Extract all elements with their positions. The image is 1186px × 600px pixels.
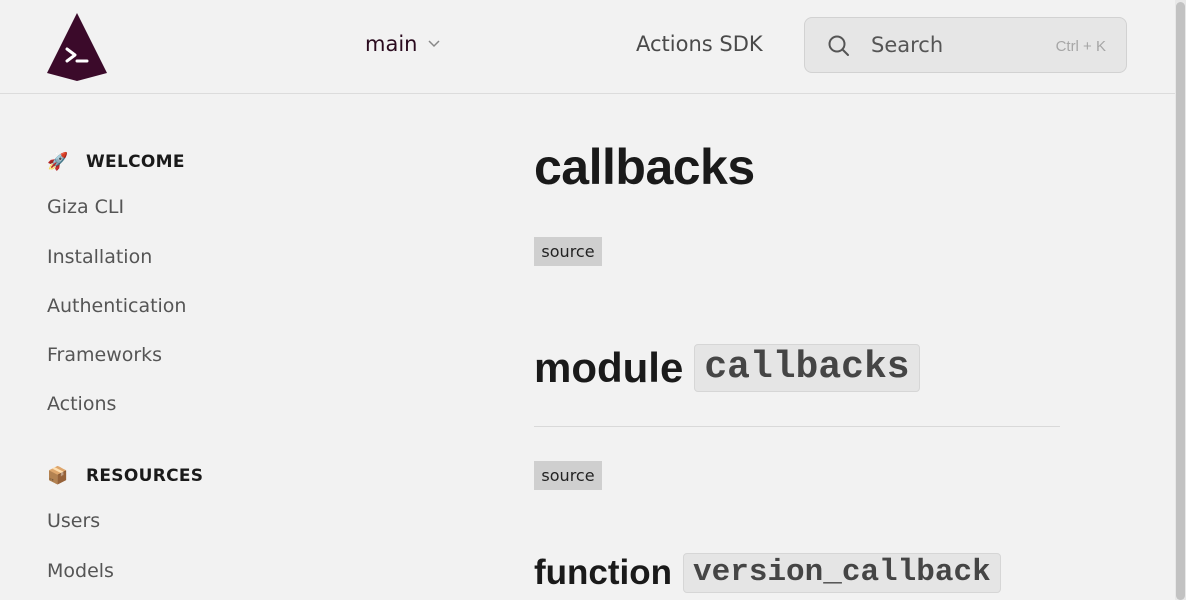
top-navbar: main Actions SDK Search Ctrl + K bbox=[0, 0, 1175, 94]
version-label: main bbox=[365, 32, 418, 56]
module-heading: module callbacks bbox=[534, 344, 920, 392]
rocket-icon: 🚀 bbox=[47, 152, 69, 172]
sidebar-item-actions[interactable]: Actions bbox=[47, 393, 116, 415]
sidebar-item-users[interactable]: Users bbox=[47, 510, 100, 532]
source-link-2[interactable]: source bbox=[534, 461, 602, 490]
sidebar-section-welcome: 🚀 WELCOME bbox=[47, 152, 185, 172]
package-icon: 📦 bbox=[47, 466, 69, 486]
divider bbox=[534, 426, 1060, 427]
sidebar-item-frameworks[interactable]: Frameworks bbox=[47, 344, 162, 366]
sidebar-item-giza-cli[interactable]: Giza CLI bbox=[47, 196, 124, 218]
module-keyword: module bbox=[534, 344, 684, 391]
page-title: callbacks bbox=[534, 139, 755, 195]
search-shortcut-hint: Ctrl + K bbox=[1055, 38, 1106, 55]
sidebar-section-title: RESOURCES bbox=[86, 466, 204, 486]
search-icon bbox=[828, 35, 849, 56]
search-input[interactable]: Search Ctrl + K bbox=[804, 17, 1127, 73]
function-name-code: version_callback bbox=[683, 553, 1001, 593]
sidebar-section-title: WELCOME bbox=[86, 152, 185, 172]
page-scrollbar[interactable] bbox=[1175, 0, 1186, 600]
module-name-code: callbacks bbox=[694, 344, 920, 392]
function-heading: function version_callback bbox=[534, 553, 1001, 593]
function-keyword: function bbox=[534, 553, 673, 592]
sidebar-item-installation[interactable]: Installation bbox=[47, 246, 152, 268]
giza-logo-icon[interactable] bbox=[45, 11, 109, 83]
sidebar-item-authentication[interactable]: Authentication bbox=[47, 295, 186, 317]
actions-sdk-link[interactable]: Actions SDK bbox=[636, 32, 763, 56]
chevron-down-icon bbox=[428, 40, 441, 48]
version-selector[interactable]: main bbox=[365, 32, 441, 56]
sidebar-section-resources: 📦 RESOURCES bbox=[47, 466, 203, 486]
search-placeholder: Search bbox=[871, 33, 944, 57]
sidebar-item-models[interactable]: Models bbox=[47, 560, 114, 582]
scrollbar-thumb[interactable] bbox=[1176, 2, 1185, 600]
source-link[interactable]: source bbox=[534, 237, 602, 266]
